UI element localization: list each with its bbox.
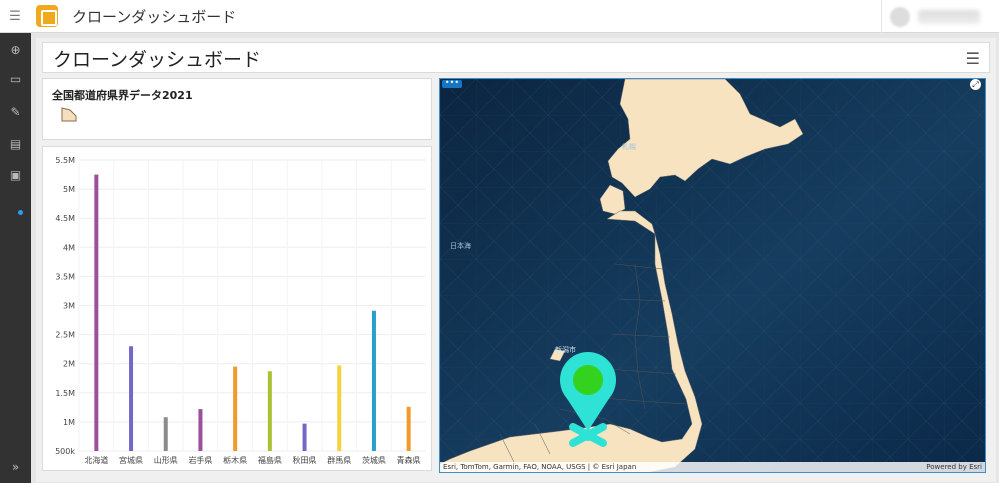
palette-icon[interactable]: ✎ [8,105,23,120]
y-tick-label: 4.5M [55,214,75,223]
bar-8[interactable] [337,365,342,451]
y-tick-label: 5.5M [55,156,75,165]
map-view[interactable] [440,79,986,473]
map-label-hokkaido: 札幌 [622,143,636,151]
x-tick-label: 茨城県 [362,455,386,465]
x-tick-label: 秋田県 [293,455,317,465]
bar-4[interactable] [198,409,203,451]
dashboard-header-panel: クローンダッシュボード ☰ [42,42,990,73]
bar-10[interactable] [406,406,411,451]
unsaved-indicator [18,210,23,215]
x-tick-label: 福島県 [258,455,282,465]
bar-chart: 500k 1M 1.5M 2M 2.5M 3M 3.5M 4M 4.5M 5M 5.5M 北海道 宮城県… [55,156,426,465]
bar-2[interactable] [129,346,134,451]
save-icon[interactable]: ▣ [8,168,23,183]
map-label-city: 新潟市 [555,346,576,354]
x-tick-label: 岩手県 [188,455,212,465]
bar-5[interactable] [233,366,238,451]
app-header: ☰ クローンダッシュボード [0,0,999,33]
map-attribution-bar: Esri, TomTom, Garmin, FAO, NOAA, USGS | … [440,462,985,472]
y-tick-label: 1M [63,418,75,427]
y-tick-label: 1.5M [55,389,75,398]
legend-title: 全国都道府県界データ2021 [52,89,193,102]
y-tick-label: 2.5M [55,331,75,340]
x-tick-label: 栃木県 [223,455,247,465]
bar-9[interactable] [371,310,376,451]
y-tick-label: 4M [63,243,75,252]
powered-by-esri[interactable]: Powered by Esri [926,462,982,472]
user-profile[interactable] [881,0,999,33]
x-tick-label: 青森県 [397,455,421,465]
bar-3[interactable] [163,417,168,451]
y-tick-label: 5M [63,185,75,194]
polygon-swatch-icon [61,107,77,122]
dashboard-canvas: クローンダッシュボード ☰ 全国都道府県界データ2021 500k 1M 1.5M 2… [36,38,996,482]
bar-6[interactable] [267,371,272,451]
map-panel[interactable]: 日本海 新潟市 札幌 ••• ⤢ Esri, TomTom, Garmin, F… [439,78,986,473]
user-name-blurred [918,9,980,24]
y-tick-label: 500k [55,447,75,456]
fullscreen-icon[interactable]: ⤢ [970,79,981,90]
hamburger-menu-icon[interactable]: ☰ [0,9,30,24]
dashboard-menu-icon[interactable]: ☰ [966,49,980,68]
bar-7[interactable] [302,423,307,451]
widget-options-button[interactable]: ••• [442,79,462,88]
map-label-sea: 日本海 [450,242,471,250]
map-attribution: Esri, TomTom, Garmin, FAO, NOAA, USGS | … [443,463,637,471]
bar-1[interactable] [94,174,99,452]
x-tick-label: 山形県 [154,455,178,465]
desktop-icon[interactable]: ▭ [8,72,23,87]
user-avatar [890,6,910,27]
y-tick-label: 3M [63,302,75,311]
bar-chart-panel: 500k 1M 1.5M 2M 2.5M 3M 3.5M 4M 4.5M 5M 5.5M 北海道 宮城県… [42,146,432,471]
add-element-icon[interactable]: ⊕ [8,43,23,58]
left-toolbar: ⊕ ▭ ✎ ▤ ▣ » [0,33,31,483]
app-title: クローンダッシュボード [72,7,237,26]
dashboard-title: クローンダッシュボード [53,49,262,71]
y-tick-label: 3.5M [55,272,75,281]
x-tick-label: 北海道 [84,455,108,465]
y-tick-label: 2M [63,360,75,369]
x-tick-label: 宮城県 [119,455,143,465]
legend-panel: 全国都道府県界データ2021 [42,78,432,140]
expand-rail-icon[interactable]: » [8,460,23,475]
dashboard-app-logo-icon [36,5,58,27]
x-tick-label: 群馬県 [327,455,351,465]
layout-settings-icon[interactable]: ▤ [8,137,23,152]
